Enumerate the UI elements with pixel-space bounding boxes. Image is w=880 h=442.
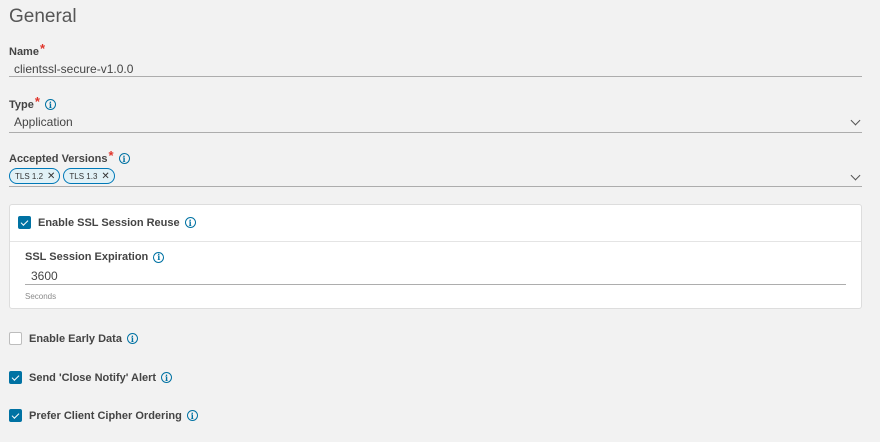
expiration-label: SSL Session Expiration [25, 251, 149, 263]
versions-select-underline [9, 186, 862, 187]
expiration-label-row: SSL Session Expiration i [25, 251, 165, 263]
expiration-unit: Seconds [25, 292, 57, 301]
name-input-underline [9, 76, 862, 77]
info-icon[interactable]: i [184, 217, 196, 228]
expiration-input[interactable]: 3600 [31, 269, 58, 283]
type-select[interactable]: Application [14, 115, 73, 129]
name-input[interactable]: clientssl-secure-v1.0.0 [14, 62, 133, 76]
expiration-input-underline [25, 284, 846, 285]
close-notify-row: Send 'Close Notify' Alert i [9, 371, 173, 384]
name-label-row: Name * [9, 41, 46, 59]
versions-label-row: Accepted Versions * i [9, 148, 130, 166]
early-data-checkbox[interactable] [9, 332, 22, 345]
session-reuse-card: Enable SSL Session Reuse i SSL Session E… [9, 204, 862, 309]
close-icon[interactable]: ✕ [47, 171, 55, 182]
version-chip: TLS 1.2 ✕ [9, 168, 61, 184]
name-label: Name [9, 45, 39, 58]
cipher-order-label: Prefer Client Cipher Ordering [29, 409, 182, 422]
info-icon[interactable]: i [186, 410, 198, 421]
info-icon[interactable]: i [118, 153, 130, 164]
cipher-order-row: Prefer Client Cipher Ordering i [9, 409, 198, 422]
section-title: General [9, 6, 77, 27]
chip-label: TLS 1.3 [69, 171, 98, 181]
type-label: Type [9, 98, 34, 111]
info-icon[interactable]: i [44, 99, 56, 110]
close-notify-checkbox[interactable] [9, 371, 22, 384]
versions-chip-list: TLS 1.2 ✕ TLS 1.3 ✕ [9, 168, 118, 184]
session-reuse-checkbox[interactable] [18, 216, 31, 229]
close-icon[interactable]: ✕ [101, 171, 109, 182]
type-select-underline [9, 132, 862, 133]
close-notify-label: Send 'Close Notify' Alert [29, 371, 157, 384]
required-marker: * [108, 148, 114, 163]
early-data-label: Enable Early Data [29, 332, 122, 345]
chevron-down-icon[interactable] [850, 115, 861, 126]
session-reuse-label: Enable SSL Session Reuse [38, 216, 180, 229]
required-marker: * [39, 41, 46, 56]
early-data-row: Enable Early Data i [9, 332, 138, 345]
type-label-row: Type * i [9, 94, 56, 112]
chip-label: TLS 1.2 [15, 171, 44, 181]
card-divider [10, 241, 861, 242]
required-marker: * [34, 94, 40, 109]
versions-label: Accepted Versions [9, 152, 108, 165]
version-chip: TLS 1.3 ✕ [63, 168, 115, 184]
info-icon[interactable]: i [153, 251, 165, 263]
session-reuse-row: Enable SSL Session Reuse i [18, 216, 196, 229]
info-icon[interactable]: i [161, 372, 173, 383]
cipher-order-checkbox[interactable] [9, 409, 22, 422]
info-icon[interactable]: i [126, 333, 138, 344]
chevron-down-icon[interactable] [850, 170, 861, 181]
